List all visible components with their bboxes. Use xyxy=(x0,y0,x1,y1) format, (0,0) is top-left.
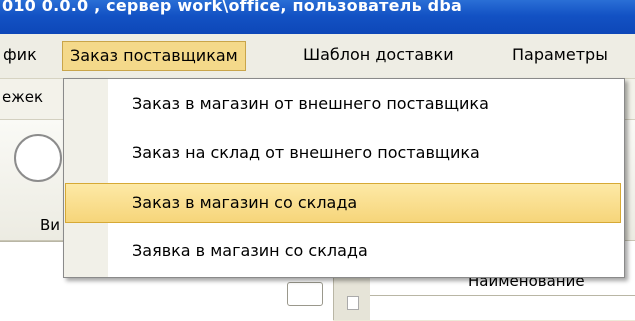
supplier-orders-dropdown: Заказ в магазин от внешнего поставщика З… xyxy=(63,78,625,278)
menu-item-store-request-warehouse[interactable]: Заявка в магазин со склада xyxy=(66,232,620,270)
window-titlebar: 010 0.0.0 , сервер work\office, пользова… xyxy=(0,0,635,34)
toolbar-label-partial: ежек xyxy=(2,88,44,106)
menu-item-store-order-warehouse[interactable]: Заказ в магазин со склада xyxy=(65,183,621,223)
input-box[interactable] xyxy=(287,282,323,306)
menu-item-warehouse-order-external[interactable]: Заказ на склад от внешнего поставщика xyxy=(66,134,620,172)
round-button-icon[interactable] xyxy=(14,134,62,182)
menu-item-label: Заказ в магазин со склада xyxy=(132,193,358,212)
menu-item-label: Заявка в магазин со склада xyxy=(132,241,368,260)
menu-item-label: Заказ в магазин от внешнего поставщика xyxy=(132,94,489,113)
header-divider xyxy=(370,295,635,296)
menu-item-label: Заказ на склад от внешнего поставщика xyxy=(132,143,480,162)
panel-label-left: Ви xyxy=(40,216,61,234)
menu-item-delivery-template[interactable]: Шаблон доставки xyxy=(296,42,461,68)
window-title: 010 0.0.0 , сервер work\office, пользова… xyxy=(2,0,462,15)
menu-item-supplier-orders[interactable]: Заказ поставщикам xyxy=(62,41,246,71)
menu-item-partial[interactable]: фик xyxy=(0,42,44,68)
menu-item-store-order-external[interactable]: Заказ в магазин от внешнего поставщика xyxy=(66,85,620,123)
menu-item-parameters[interactable]: Параметры xyxy=(505,42,615,68)
menu-bar: фик Заказ поставщикам Шаблон доставки Па… xyxy=(0,34,635,79)
scroll-box[interactable] xyxy=(347,296,359,310)
